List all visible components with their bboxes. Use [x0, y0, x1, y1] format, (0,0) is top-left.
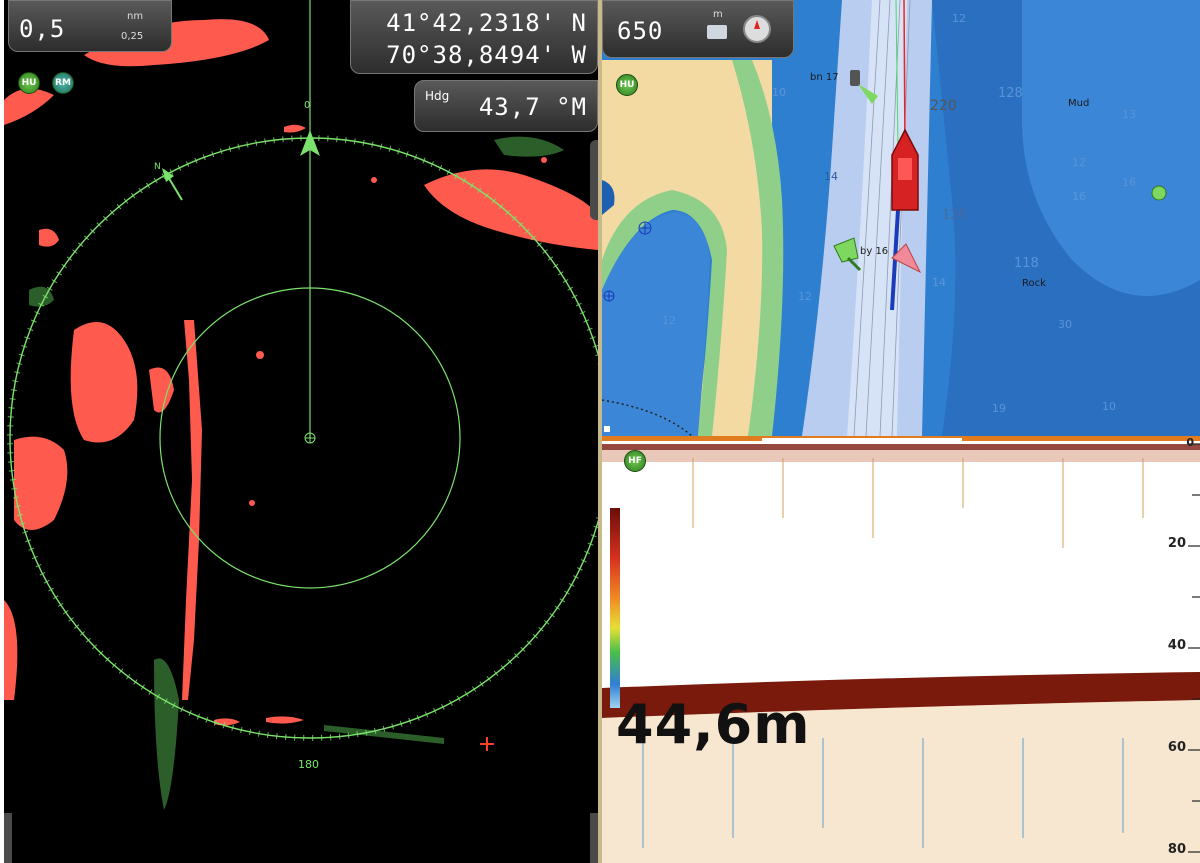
chart-scale-value: 650	[617, 17, 664, 45]
head-up-badge[interactable]: HU	[18, 72, 40, 94]
depth-scale-20: 20	[1167, 536, 1186, 551]
radar-side-tab[interactable]	[590, 140, 598, 220]
longitude: 70°38,8494' W	[386, 41, 587, 69]
buoy-16-label: by 16	[860, 246, 889, 257]
range-value: 0,5	[19, 15, 66, 43]
sonar-display[interactable]	[602, 438, 1200, 863]
heading-label: Hdg	[425, 89, 450, 103]
ring-value: 0,25	[121, 31, 144, 42]
radar-corner-tab-left[interactable]	[4, 813, 12, 863]
nautical-chart[interactable]	[602, 0, 1200, 436]
radar-clutter	[29, 136, 564, 810]
chart-head-up-badge[interactable]: HU	[616, 74, 638, 96]
depth-scale-40: 40	[1167, 638, 1186, 653]
heading-box[interactable]: Hdg 43,7 °M	[414, 80, 598, 132]
cursor-icon[interactable]	[480, 737, 494, 751]
depth-readout: 44,6m	[616, 693, 811, 756]
green-mark-icon[interactable]	[1151, 185, 1167, 201]
north-label: N	[154, 162, 161, 172]
mud-label: Mud	[1068, 98, 1090, 109]
depth-scale-80: 80	[1167, 842, 1186, 857]
range-unit: nm	[127, 11, 144, 22]
rock-label: Rock	[1022, 278, 1046, 289]
route-line	[903, 0, 906, 151]
depth-scale-60: 60	[1167, 740, 1186, 755]
sonar-pane[interactable]: HF 44,6m 0 20 40 60 80	[602, 438, 1200, 863]
gain-color-scale	[610, 508, 620, 708]
bearing-label-bottom: 180	[298, 758, 319, 771]
high-frequency-badge[interactable]: HF	[624, 450, 646, 472]
latitude: 41°42,2318' N	[386, 9, 587, 37]
range-box[interactable]: 0,5 nm 0,25	[8, 0, 172, 52]
position-box[interactable]: 41°42,2318' N 70°38,8494' W	[350, 0, 598, 74]
bearing-label-top: 0	[304, 100, 311, 111]
radar-corner-tab-right[interactable]	[590, 813, 598, 863]
chart-scale-box[interactable]: 650 m	[602, 0, 794, 58]
surface-clutter	[602, 444, 1200, 462]
heading-value: 43,7 °M	[478, 93, 587, 121]
chart-pane[interactable]: 12 10 220 128 13 14 12 120 118 16 16 14 …	[602, 0, 1200, 436]
depth-scale-0: 0	[1186, 438, 1194, 449]
chart-corner-marker	[604, 426, 610, 432]
buoy-17-label: bn 17	[810, 72, 839, 83]
chart-scale-unit: m	[713, 9, 723, 20]
compass-icon	[743, 15, 771, 43]
relative-motion-badge[interactable]: RM	[52, 72, 74, 94]
radar-pane[interactable]: 0 N 180 0,5 nm 0,25 HU RM 41°42,2318' N …	[4, 0, 598, 863]
chart-scale-icon	[707, 25, 727, 39]
